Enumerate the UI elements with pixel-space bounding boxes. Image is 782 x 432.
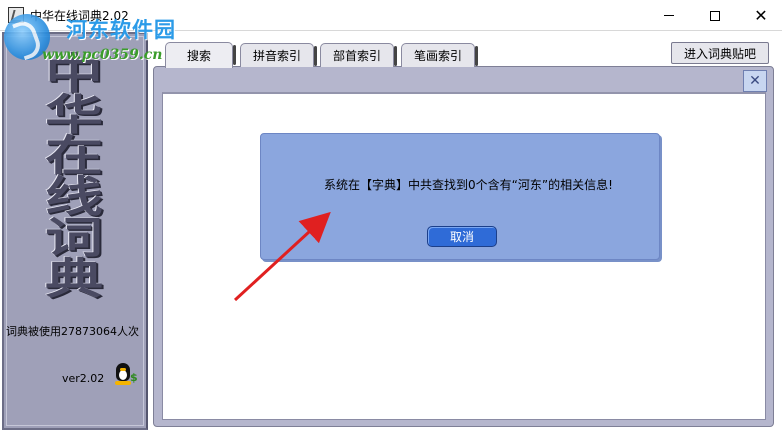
close-window-button[interactable]: ✕ [738,0,782,31]
maximize-button[interactable] [692,0,738,31]
logo-char: 词 [44,213,103,263]
logo-char: 在 [44,131,103,181]
app-logo-title: 中 华 在 线 词 典 [26,49,122,304]
maximize-icon [710,10,720,21]
logo-char: 中 [44,49,103,99]
minimize-button[interactable] [646,0,692,31]
window-title: 中华在线词典2.02 [30,9,129,23]
close-icon: ✕ [754,5,768,25]
title-bar: 中华在线词典2.02 ✕ [0,0,782,31]
penguin-mascot-icon: $ [110,359,140,391]
result-dialog: 系统在【字典】中共查找到0个含有“河东”的相关信息! 取消 [260,133,660,260]
logo-char: 华 [44,90,103,140]
app-icon [8,7,24,23]
dialog-message: 系统在【字典】中共查找到0个含有“河东”的相关信息! [324,178,613,192]
tab-search[interactable]: 搜索 [165,42,236,68]
usage-count-text: 词典被使用27873064人次 [6,325,139,338]
version-label: ver2.02 [62,372,105,385]
close-icon: ✕ [749,73,761,89]
tab-pinyin-index[interactable]: 拼音索引 [240,43,317,67]
content-close-button[interactable]: ✕ [743,70,767,92]
enter-forum-button[interactable]: 进入词典贴吧 [671,42,769,64]
logo-char: 典 [44,254,103,304]
cancel-button[interactable]: 取消 [427,226,497,247]
minimize-icon [664,15,674,16]
tab-radical-index[interactable]: 部首索引 [320,43,397,67]
logo-char: 线 [44,172,103,222]
tab-stroke-index[interactable]: 笔画索引 [401,43,478,67]
